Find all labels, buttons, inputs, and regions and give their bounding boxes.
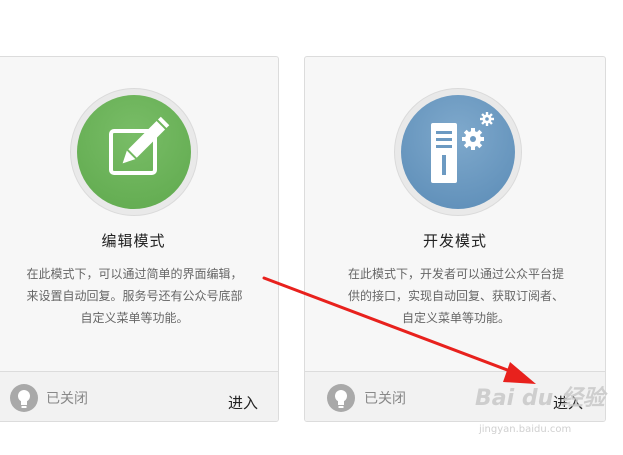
developer-mode-icon-circle — [394, 88, 522, 216]
developer-mode-status: 已关闭 — [364, 391, 406, 407]
edit-mode-status: 已关闭 — [46, 391, 88, 407]
edit-mode-description: 在此模式下，可以通过简单的界面编辑， 来设置自动回复。服务号还有公众号底部 自定… — [26, 267, 243, 325]
edit-pencil-icon — [109, 116, 170, 175]
developer-mode-description: 在此模式下，开发者可以通过公众平台提 供的接口，实现自动回复、获取订阅者、 自定… — [347, 267, 564, 325]
lightbulb-icon — [327, 384, 355, 412]
edit-mode-footer: 已关闭 进入 — [0, 371, 278, 421]
edit-mode-icon-circle — [70, 88, 198, 216]
server-gear-icon — [431, 112, 494, 183]
developer-mode-card: 开发模式 在此模式下，开发者可以通过公众平台提 供的接口，实现自动回复、获取订阅… — [304, 56, 606, 422]
lightbulb-icon — [10, 384, 38, 412]
developer-mode-title: 开发模式 — [422, 232, 487, 250]
edit-mode-card: 编辑模式 在此模式下，可以通过简单的界面编辑， 来设置自动回复。服务号还有公众号… — [0, 56, 279, 422]
edit-mode-enter-link[interactable]: 进入 — [228, 392, 258, 413]
edit-mode-title: 编辑模式 — [101, 232, 166, 250]
baidu-jingyan-watermark: Bai du 经验 jingyan.baidu.com — [475, 386, 605, 435]
